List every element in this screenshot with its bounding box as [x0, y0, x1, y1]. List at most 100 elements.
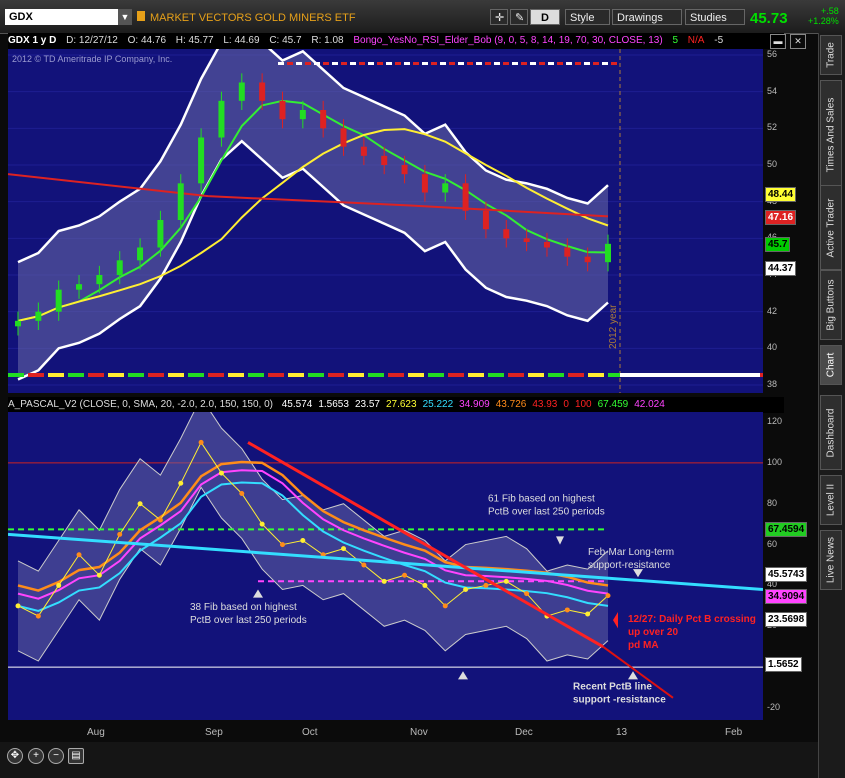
tab-label: Active Trader	[825, 198, 837, 257]
candle-body	[35, 311, 42, 321]
pctb-tag: 34.9094	[765, 588, 808, 604]
signal-dot	[323, 62, 329, 65]
close-icon[interactable]: ✕	[790, 34, 806, 49]
annotation-text: Recent PctB line	[573, 682, 652, 693]
zoom-out-icon[interactable]: −	[48, 748, 64, 764]
annotation-text: PctB over last 250 periods	[488, 507, 605, 518]
studies-button[interactable]: Studies	[685, 9, 745, 25]
candle-body	[259, 82, 266, 101]
price-axis-tick: 38	[767, 379, 778, 389]
study-value-3: 27.623	[385, 399, 417, 410]
x-axis-label: 13	[616, 727, 628, 738]
studies-label: Studies	[690, 12, 727, 24]
pan-icon[interactable]: ✥	[7, 748, 23, 764]
pctb-point	[524, 591, 530, 597]
candle-body	[503, 229, 510, 239]
bar-date: D: 12/27/12	[66, 35, 118, 46]
tab-dashboard[interactable]: Dashboard	[820, 395, 842, 470]
tab-live-news[interactable]: Live News	[820, 530, 842, 590]
pctb-point	[218, 470, 224, 476]
signal-bar	[348, 373, 364, 377]
tab-label: Chart	[825, 352, 837, 378]
study-label[interactable]: Bongo_YesNo_RSI_Elder_Bob (9, 0, 5, 8, 1…	[353, 35, 662, 46]
pctb-point	[463, 587, 469, 593]
tab-active-trader[interactable]: Active Trader	[820, 185, 842, 270]
pctb-point	[157, 517, 163, 523]
signal-bar	[528, 373, 544, 377]
pctb-point	[483, 582, 489, 588]
signal-dot	[386, 62, 392, 65]
pctb-point	[422, 582, 428, 588]
tab-big-buttons[interactable]: Big Buttons	[820, 270, 842, 340]
candle-body	[320, 110, 327, 129]
copyright-text: 2012 © TD Ameritrade IP Company, Inc.	[12, 54, 172, 64]
signal-dot	[458, 62, 464, 65]
signal-bar	[488, 373, 504, 377]
candle-body	[584, 256, 591, 263]
drawings-button[interactable]: Drawings	[612, 9, 682, 25]
symbol-dropdown-button[interactable]: ▼	[118, 9, 132, 25]
symbol-link-icon[interactable]	[137, 11, 145, 21]
annotation-text: 38 Fib based on highest	[190, 602, 297, 613]
signal-bar	[48, 373, 64, 377]
candle-body	[157, 220, 164, 248]
chart-title-row: GDX 1 y D D: 12/27/12 O: 44.76 H: 45.77 …	[8, 33, 784, 49]
price-tag: 47.16	[765, 210, 797, 226]
x-axis-label: Dec	[515, 727, 533, 738]
x-axis-label: Oct	[302, 727, 318, 738]
candle-body	[340, 128, 347, 147]
tab-times-and-sales[interactable]: Times And Sales	[820, 80, 842, 190]
zoom-in-icon[interactable]: +	[28, 748, 44, 764]
pctb-point	[300, 537, 306, 543]
pctb-point	[605, 593, 611, 599]
symbol-input[interactable]: GDX	[5, 9, 120, 25]
signal-dot	[548, 62, 554, 65]
pctb-point	[442, 603, 448, 609]
drawing-tool-icon[interactable]: ▤	[68, 748, 84, 764]
pctb-point	[381, 578, 387, 584]
symbol-period[interactable]: GDX 1 y D	[8, 35, 56, 46]
signal-dot	[494, 62, 500, 65]
signal-dot	[611, 62, 617, 65]
price-axis-tick: 56	[767, 49, 778, 59]
symbol-description: MARKET VECTORS GOLD MINERS ETF	[150, 12, 356, 24]
collapse-icon[interactable]: ▬	[770, 34, 786, 49]
signal-dot	[296, 62, 302, 65]
signal-bar	[328, 373, 344, 377]
tab-level-ii[interactable]: Level II	[820, 475, 842, 525]
signal-dot	[341, 62, 347, 65]
pctb-point	[503, 578, 509, 584]
signal-dot	[557, 62, 563, 65]
pctb-tag: 67.4594	[765, 522, 808, 538]
tab-chart[interactable]: Chart	[820, 345, 842, 385]
wrench-icon[interactable]: ✎	[510, 9, 528, 25]
tab-label: Live News	[825, 536, 837, 584]
pctb-point	[259, 521, 265, 527]
crosshair-icon[interactable]: ✛	[490, 9, 508, 25]
signal-bar-current	[620, 373, 760, 377]
tab-trade[interactable]: Trade	[820, 35, 842, 75]
pctb-chart[interactable]: 61 Fib based on highest PctB over last 25…	[8, 412, 763, 720]
signal-bar	[468, 373, 484, 377]
candle-body	[543, 242, 550, 248]
tab-label: Dashboard	[825, 408, 837, 457]
candle-body	[299, 110, 306, 120]
price-change: +.58 +1.28%	[808, 6, 839, 26]
candle-body	[15, 320, 21, 327]
period-d-button[interactable]: D	[530, 9, 560, 25]
price-axis-tick: 52	[767, 122, 778, 133]
candle-body	[238, 82, 245, 101]
annotation-text: PctB over last 250 periods	[190, 615, 307, 626]
signal-dot	[512, 62, 518, 65]
price-chart[interactable]: 2012 year 2012 © TD Ameritrade IP Company…	[8, 49, 763, 393]
lower-study-label[interactable]: A_PASCAL_V2 (CLOSE, 0, SMA, 20, -2.0, 2.…	[8, 399, 273, 410]
x-axis-label: Sep	[205, 727, 223, 738]
price-axis-tick: 42	[767, 305, 778, 316]
tab-label: Level II	[825, 483, 837, 517]
style-button[interactable]: Style	[565, 9, 610, 25]
signal-dot	[530, 62, 536, 65]
signal-dot	[278, 62, 284, 65]
signal-dot	[521, 62, 527, 65]
candle-body	[279, 100, 286, 120]
signal-dot	[449, 62, 455, 65]
